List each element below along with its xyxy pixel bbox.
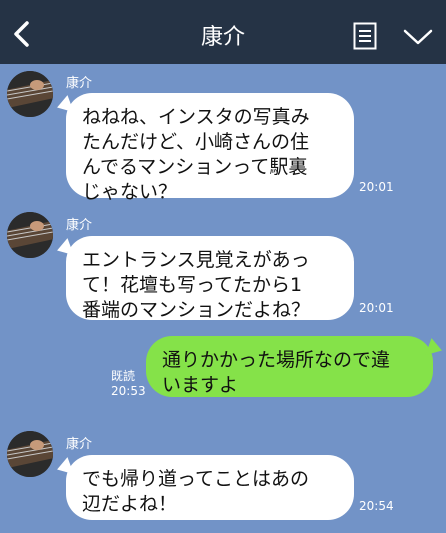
avatar[interactable] xyxy=(7,431,53,477)
message-bubble[interactable]: ねねね、インスタの写真み たんだけど、小崎さんの住 んでるマンションって駅裏 じ… xyxy=(66,93,354,203)
read-receipt: 既読 20:53 xyxy=(111,369,146,399)
more-button[interactable] xyxy=(403,28,433,46)
avatar[interactable] xyxy=(7,212,53,258)
sender-name: 康介 xyxy=(66,437,93,452)
message-time: 20:54 xyxy=(359,499,394,513)
message-time: 20:01 xyxy=(359,301,394,315)
sender-name: 康介 xyxy=(66,76,93,91)
note-icon xyxy=(353,22,377,50)
chevron-down-icon xyxy=(403,29,433,45)
chat-title: 康介 xyxy=(200,25,245,50)
chat-header: 康介 xyxy=(0,0,446,64)
message-time: 20:01 xyxy=(359,180,394,194)
sender-name: 康介 xyxy=(66,218,93,233)
message-bubble[interactable]: エントランス見覚えがあっ て！花壇も写ってたから1 番端のマンションだよね？ xyxy=(66,236,354,321)
message-time: 20:53 xyxy=(111,384,146,398)
guitar-photo-icon xyxy=(7,431,53,477)
guitar-photo-icon xyxy=(7,212,53,258)
message-bubble-sent[interactable]: 通りかかった場所なので違 いますよ xyxy=(146,336,433,397)
message-bubble[interactable]: でも帰り道ってことはあの 辺だよね！ xyxy=(66,455,354,520)
note-button[interactable] xyxy=(353,22,377,50)
guitar-photo-icon xyxy=(7,71,53,117)
avatar[interactable] xyxy=(7,71,53,117)
read-label: 既読 xyxy=(111,369,136,383)
